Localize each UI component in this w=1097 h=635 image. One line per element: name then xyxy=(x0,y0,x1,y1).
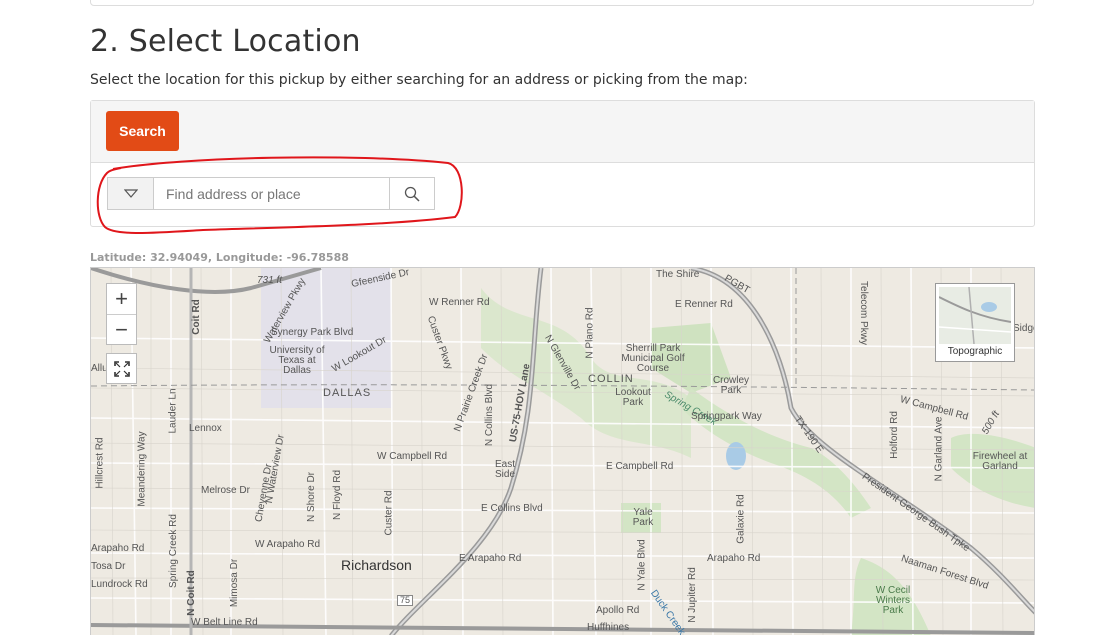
address-search-input[interactable] xyxy=(154,178,389,209)
section-title: 2. Select Location xyxy=(90,24,361,59)
map-label: Arapaho Rd xyxy=(91,543,145,554)
map-label: 75 xyxy=(397,595,414,606)
map-label: COLLIN xyxy=(588,373,634,385)
map-label: Melrose Dr xyxy=(201,485,250,496)
map-label: Sherrill Park Municipal Golf Course xyxy=(621,343,685,374)
map-label: Yale Park xyxy=(632,507,654,528)
map-label: N Jupiter Rd xyxy=(686,567,698,623)
zoom-control: + − xyxy=(106,283,137,345)
map-label: Firewheel at Garland xyxy=(972,451,1028,472)
basemap-label: Topographic xyxy=(947,346,1003,357)
map-label: N Garland Ave xyxy=(933,416,945,482)
section-intro: Select the location for this pickup by e… xyxy=(90,72,748,88)
search-icon xyxy=(404,186,420,202)
map-label: N Yale Blvd xyxy=(636,539,648,591)
map-label: E Arapaho Rd xyxy=(459,553,522,564)
map-label: Custer Rd xyxy=(383,490,395,536)
map-label: Lookout Park xyxy=(615,387,651,408)
geocoder-search-button[interactable] xyxy=(389,178,434,209)
map-label: DALLAS xyxy=(323,387,372,399)
search-panel-header: Search xyxy=(91,101,1034,163)
map-label: W Renner Rd xyxy=(429,297,490,308)
map-label: Spring Creek Rd xyxy=(167,514,179,588)
basemap-thumbnail xyxy=(939,287,1011,344)
fullscreen-button[interactable] xyxy=(106,353,137,384)
map-label: N Shore Dr xyxy=(306,471,318,523)
map-label: Meandering Way xyxy=(136,431,148,507)
expand-icon xyxy=(113,360,130,377)
map-label: Synergy Park Blvd xyxy=(271,327,354,338)
map-label: Springpark Way xyxy=(691,411,762,422)
map-label: Lauder Ln xyxy=(167,388,179,434)
map-thumbnail-icon xyxy=(939,287,1011,344)
map-label: W Campbell Rd xyxy=(377,451,448,462)
map-label: University of Texas at Dallas xyxy=(269,345,325,376)
map-label: W Belt Line Rd xyxy=(191,617,258,628)
map-label: N Coit Rd xyxy=(185,570,197,616)
zoom-in-button[interactable]: + xyxy=(107,284,136,314)
search-button[interactable]: Search xyxy=(106,111,179,151)
coordinates-readout: Latitude: 32.94049, Longitude: -96.78588 xyxy=(90,251,349,264)
map-label: Arapaho Rd xyxy=(707,553,761,564)
map-label: East Side xyxy=(495,459,516,480)
map-label: Coit Rd xyxy=(190,299,202,335)
map-label: E Collins Blvd xyxy=(481,503,543,514)
map-label: 731 ft xyxy=(257,275,283,286)
caret-down-icon xyxy=(123,189,138,198)
map-label: Telecom Pkwy xyxy=(857,281,869,345)
map-label: Holford Rd xyxy=(888,411,900,459)
basemap-toggle[interactable]: Topographic xyxy=(935,283,1015,362)
map-label: Galaxie Rd xyxy=(735,494,747,544)
map-label: E Renner Rd xyxy=(675,299,733,310)
map-label: Mimosa Dr xyxy=(229,558,241,608)
map-label: Crowley Park xyxy=(712,375,750,396)
map-label: E Campbell Rd xyxy=(606,461,674,472)
map-label: N Plano Rd xyxy=(584,307,596,359)
map-label: N Floyd Rd xyxy=(332,469,344,521)
map-view[interactable]: Gfeenside Dr W Renner Rd The Shire PGBT … xyxy=(90,267,1035,635)
map-label: Tosa Dr xyxy=(91,561,126,572)
geocoder-menu-button[interactable] xyxy=(108,178,154,209)
previous-section-panel xyxy=(90,0,1034,6)
search-panel: Search xyxy=(90,100,1035,227)
geocoder-widget xyxy=(107,177,435,210)
zoom-out-button[interactable]: − xyxy=(107,314,136,345)
map-label: Richardson xyxy=(341,557,412,573)
map-label: Apollo Rd xyxy=(596,605,640,616)
map-label: The Shire xyxy=(656,269,700,280)
map-label: Hillcrest Rd xyxy=(94,437,106,489)
map-label: Lennox xyxy=(189,423,222,434)
map-label: N Collins Blvd xyxy=(484,383,496,447)
map-label: Sidge xyxy=(1013,323,1034,334)
map-label: W Arapaho Rd xyxy=(255,539,321,550)
map-label: Huffhines xyxy=(587,622,630,633)
map-label: Lundrock Rd xyxy=(91,579,148,590)
map-label: W Cecil Winters Park xyxy=(875,585,911,616)
